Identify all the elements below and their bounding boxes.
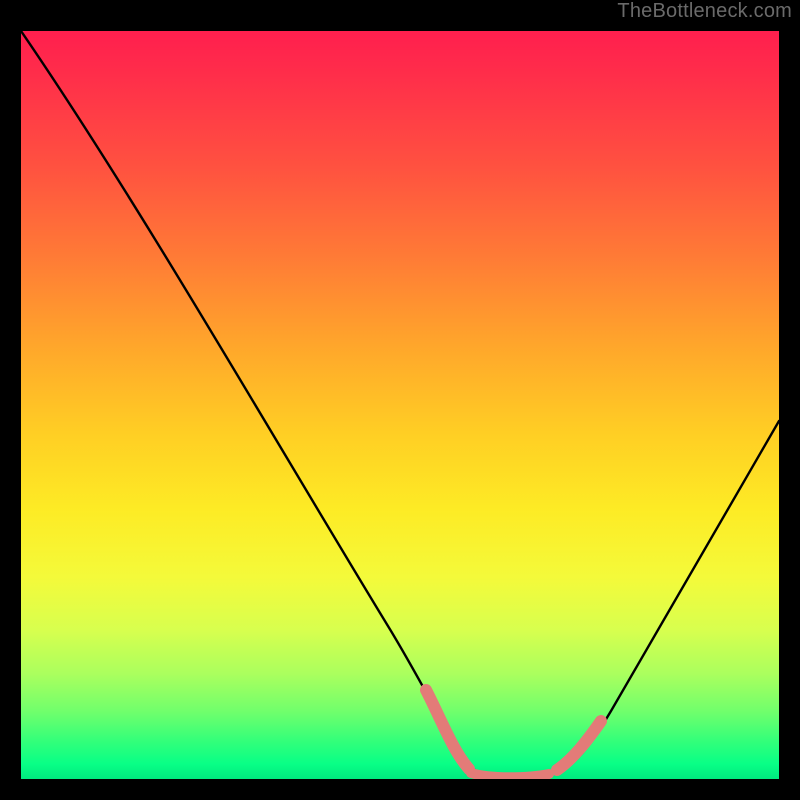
plot-area — [21, 31, 779, 779]
highlight-left — [426, 690, 469, 769]
bottleneck-curve — [21, 31, 779, 778]
chart-frame — [6, 16, 794, 794]
curves-svg — [21, 31, 779, 779]
highlight-flat — [471, 773, 549, 777]
credit-text: TheBottleneck.com — [617, 0, 792, 23]
highlight-right — [557, 721, 601, 770]
